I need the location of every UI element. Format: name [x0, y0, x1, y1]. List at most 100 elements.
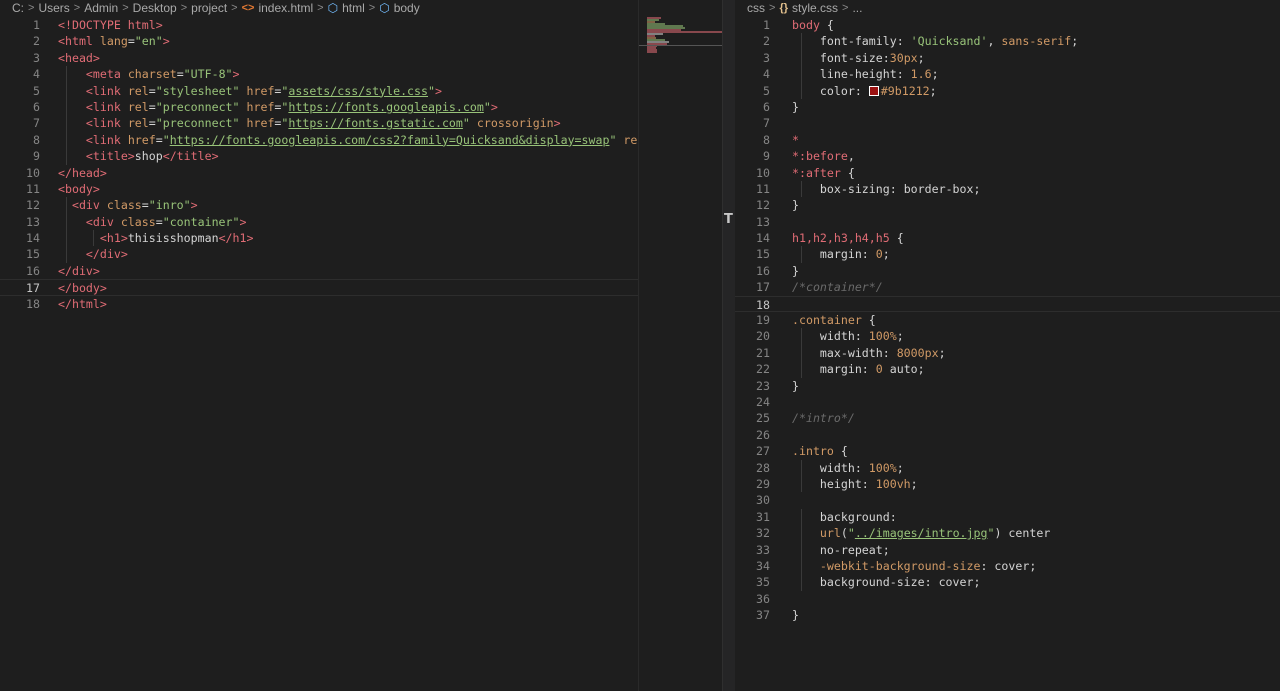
- code-line[interactable]: 7: [735, 115, 1280, 131]
- color-swatch-icon[interactable]: [868, 86, 879, 97]
- breadcrumb-item[interactable]: Admin: [84, 0, 118, 17]
- code-line[interactable]: 26: [735, 427, 1280, 443]
- breadcrumb-item[interactable]: style.css: [792, 0, 838, 17]
- code-token: {: [896, 231, 904, 246]
- html-code-area[interactable]: 1 <!DOCTYPE html> 2 <html lang="en"> 3 <head>…: [0, 17, 638, 691]
- code-line[interactable]: 25 /*intro*/: [735, 410, 1280, 426]
- line-number: 17: [756, 280, 770, 295]
- code-line[interactable]: 4 line-height: 1.6;: [735, 66, 1280, 83]
- code-line[interactable]: 29 height: 100vh;: [735, 475, 1280, 493]
- html-editor-pane[interactable]: C: > Users > Admin > Desktop > project > <> index.h…: [0, 0, 638, 691]
- code-line[interactable]: 18: [735, 295, 1280, 313]
- code-line[interactable]: 16}: [735, 263, 1280, 279]
- code-line[interactable]: 5 <link rel="stylesheet" href="assets/cs…: [0, 82, 638, 99]
- breadcrumb-item[interactable]: C:: [12, 0, 24, 17]
- code-line[interactable]: 6}: [735, 99, 1280, 115]
- code-line[interactable]: 34 -webkit-background-size: cover;: [735, 557, 1280, 575]
- code-line[interactable]: 9 <title>shop</title>: [0, 148, 638, 165]
- code-line[interactable]: 27 .intro {: [735, 443, 1280, 459]
- code-line[interactable]: 32 url("../images/intro.jpg") center: [735, 525, 1280, 542]
- code-line[interactable]: 12}: [735, 197, 1280, 213]
- code-token: ;: [917, 50, 925, 65]
- code-token: 100vh: [875, 476, 911, 491]
- code-line[interactable]: 28 width: 100%;: [735, 459, 1280, 476]
- code-line[interactable]: 3 font-size:30px;: [735, 49, 1280, 67]
- code-line[interactable]: 10 </head>: [0, 165, 638, 181]
- code-line[interactable]: 30: [735, 492, 1280, 508]
- code-line[interactable]: 1 body {: [735, 17, 1280, 33]
- line-number: 19: [756, 313, 770, 328]
- code-line[interactable]: 3 <head>: [0, 50, 638, 66]
- breadcrumb-item[interactable]: html: [342, 0, 365, 17]
- code-token[interactable]: ../images/intro.jpg: [855, 526, 988, 540]
- breadcrumb-item[interactable]: Desktop: [133, 0, 177, 17]
- code-token[interactable]: https://fonts.gstatic.com: [288, 116, 463, 130]
- line-number: 10: [756, 165, 770, 180]
- code-line[interactable]: 31 background:: [735, 508, 1280, 526]
- code-line[interactable]: 15 margin: 0;: [735, 246, 1280, 263]
- line-text: </html>: [58, 296, 107, 312]
- code-line[interactable]: 23}: [735, 378, 1280, 394]
- code-line[interactable]: 22 margin: 0 auto;: [735, 361, 1280, 378]
- code-token: {: [826, 18, 834, 32]
- code-token: (: [840, 526, 848, 541]
- chevron-right-icon: >: [317, 2, 324, 14]
- breadcrumb-item[interactable]: project: [191, 0, 227, 17]
- code-line[interactable]: 33 no-repeat;: [735, 541, 1280, 558]
- breadcrumb-item[interactable]: Users: [38, 0, 69, 17]
- editor-split-divider[interactable]: [722, 0, 736, 691]
- breadcrumb-item[interactable]: css: [747, 0, 765, 17]
- indent-guide: [66, 66, 67, 83]
- code-line[interactable]: 14 <h1>thisisshopman</h1>: [0, 230, 638, 247]
- code-token: rel: [127, 99, 149, 114]
- code-line[interactable]: 19 .container {: [735, 312, 1280, 328]
- code-line[interactable]: 11 <body>: [0, 181, 638, 197]
- css-editor-pane[interactable]: css >{} style.css >... 1 body {2 font-family…: [735, 0, 1280, 691]
- code-line[interactable]: 10 *:after {: [735, 165, 1280, 181]
- line-text: }: [792, 197, 799, 213]
- code-token[interactable]: https://fonts.googleapis.com: [288, 100, 483, 114]
- code-line[interactable]: 13: [735, 214, 1280, 230]
- breadcrumb-item[interactable]: ...: [852, 0, 862, 17]
- code-token[interactable]: https://fonts.googleapis.com/css2?family…: [170, 133, 610, 147]
- code-line[interactable]: 14 h1,h2,h3,h4,h5 {: [735, 230, 1280, 246]
- minimap[interactable]: [638, 0, 723, 691]
- code-line[interactable]: 8 <link href="https://fonts.googleapis.c…: [0, 131, 638, 149]
- line-text: }: [792, 99, 799, 115]
- code-line[interactable]: 17 </body>: [0, 279, 638, 296]
- breadcrumb-item[interactable]: body: [394, 0, 420, 17]
- line-number: 22: [756, 362, 770, 377]
- code-line[interactable]: 21 max-width: 8000px;: [735, 344, 1280, 362]
- code-line[interactable]: 15 </div>: [0, 246, 638, 263]
- css-code-area[interactable]: 1 body {2 font-family: 'Quicksand', sans-…: [735, 17, 1280, 691]
- line-number: 14: [756, 231, 770, 246]
- code-line[interactable]: 8 *: [735, 132, 1280, 148]
- code-line[interactable]: 9 *:before,: [735, 148, 1280, 164]
- code-line[interactable]: 16 </div>: [0, 263, 638, 279]
- code-line[interactable]: 13 <div class="container">: [0, 213, 638, 231]
- indent-guide: [801, 49, 802, 67]
- code-line[interactable]: 37}: [735, 607, 1280, 623]
- code-line[interactable]: 5 color: #9b1212;: [735, 82, 1280, 99]
- code-token: 'Quicksand': [910, 34, 988, 49]
- code-token: "preconnect": [155, 116, 247, 131]
- code-line[interactable]: 2 <html lang="en">: [0, 33, 638, 49]
- line-number: 6: [763, 99, 770, 114]
- code-line[interactable]: 7 <link rel="preconnect" href="https://f…: [0, 115, 638, 132]
- chevron-right-icon: >: [73, 2, 81, 14]
- code-token[interactable]: assets/css/style.css: [288, 84, 428, 98]
- code-line[interactable]: 24: [735, 394, 1280, 410]
- code-token: ": [609, 132, 624, 147]
- breadcrumb-item[interactable]: index.html: [258, 0, 313, 17]
- code-line[interactable]: 1 <!DOCTYPE html>: [0, 17, 638, 33]
- code-line[interactable]: 12 <div class="inro">: [0, 197, 638, 214]
- code-line[interactable]: 36: [735, 591, 1280, 607]
- code-line[interactable]: 11 box-sizing: border-box;: [735, 180, 1280, 198]
- code-line[interactable]: 20 width: 100%;: [735, 328, 1280, 345]
- code-line[interactable]: 17 /*container*/: [735, 279, 1280, 295]
- code-line[interactable]: 2 font-family: 'Quicksand', sans-serif;: [735, 33, 1280, 50]
- code-line[interactable]: 6 <link rel="preconnect" href="https://f…: [0, 98, 638, 116]
- code-line[interactable]: 18 </html>: [0, 296, 638, 312]
- code-line[interactable]: 4 <meta charset="UTF-8">: [0, 66, 638, 83]
- code-line[interactable]: 35 background-size: cover;: [735, 574, 1280, 591]
